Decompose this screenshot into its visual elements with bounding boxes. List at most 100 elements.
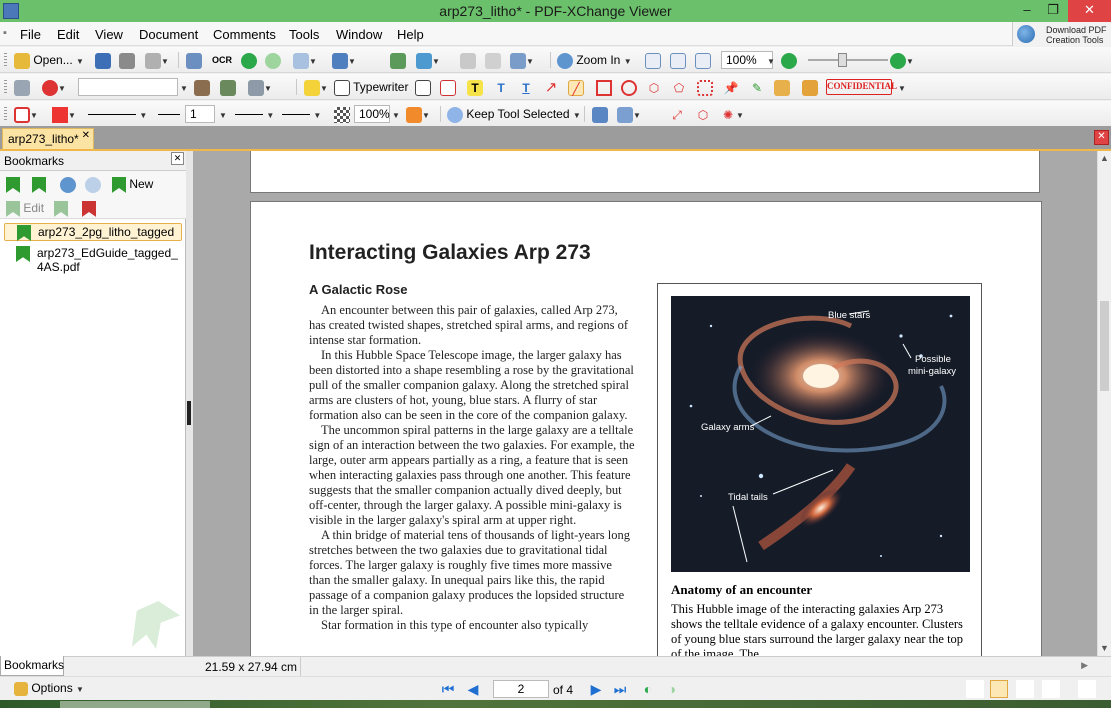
add-bookmark-button[interactable] [6,175,20,193]
page-layout-options-button[interactable] [1078,680,1096,698]
tab-arp273-litho[interactable]: arp273_litho* ✕ [2,128,94,150]
measure-button[interactable] [592,105,608,123]
area-measure-button[interactable]: ✺ ▼ [720,105,744,123]
typewriter-button[interactable]: Typewriter [334,78,408,96]
zoom-dropdown[interactable]: ▼ [767,51,775,69]
sticky-note-button[interactable]: ▼ [304,78,328,96]
forward-button[interactable] [265,51,281,69]
highlight-button[interactable]: T [467,78,483,96]
zoom-slider-thumb[interactable] [838,53,847,67]
rectangle-tool-button[interactable] [596,78,612,96]
close-panel-icon[interactable]: ✕ [171,152,184,165]
refresh-button[interactable]: ▼ [416,51,440,69]
delete-bookmark-button[interactable] [82,199,96,217]
search-input[interactable] [78,78,178,96]
line-end-dropdown[interactable]: ▼ [282,105,321,123]
panel-splitter[interactable] [186,151,193,656]
eraser-tool-button[interactable] [774,78,790,96]
opacity-button[interactable] [334,105,350,123]
zoom-level-input[interactable]: 100% [721,51,773,69]
fit-page-button[interactable] [670,51,686,69]
snapshot-button[interactable]: ▼ [510,51,534,69]
scroll-thumb[interactable] [1100,301,1109,391]
callout-button[interactable] [440,78,456,96]
menu-help[interactable]: Help [397,27,424,42]
filter-button[interactable]: ▼ [248,78,272,96]
last-page-button[interactable]: ⏭ [612,681,628,697]
continuous-view-button[interactable] [990,680,1008,698]
facing-view-button[interactable] [1016,680,1034,698]
nav-forward-button[interactable]: ◑ [664,681,680,697]
bookmark-item[interactable]: arp273_2pg_litho_tagged [4,223,182,241]
find-next-button[interactable] [220,78,236,96]
scroll-right-icon[interactable]: ▶ [1081,660,1088,671]
search-dropdown[interactable]: ▼ [180,78,188,96]
nav-back-button[interactable]: ◐ [640,681,656,697]
bookmarks-panel-tab[interactable]: Bookmarks [0,656,64,676]
underline-button[interactable]: T [518,78,534,96]
next-page-button[interactable]: ▶ [588,681,604,697]
bookmark-item[interactable]: arp273_EdGuide_tagged_4AS.pdf [4,245,182,277]
scan-button[interactable] [186,51,202,69]
horizontal-scrollbar[interactable]: ▶ [302,660,1092,673]
zoom-plus-button[interactable]: ▼ [890,51,914,69]
scroll-down-icon[interactable]: ▼ [1100,643,1109,653]
toolbar-grip[interactable] [4,107,7,121]
cloud-tool-button[interactable] [697,78,713,96]
zoom-slider-track[interactable] [808,59,888,61]
download-pdf-tools-button[interactable]: Download PDF Creation Tools [1012,22,1111,46]
menu-window[interactable]: Window [336,27,382,42]
single-page-view-button[interactable] [966,680,984,698]
add-child-bookmark-button[interactable] [32,175,46,193]
zoom-in-button[interactable]: Zoom In ▼ [557,51,632,69]
menu-document[interactable]: Document [139,27,198,42]
line-start-dropdown[interactable]: ▼ [235,105,274,123]
menu-comments[interactable]: Comments [213,27,276,42]
first-page-button[interactable]: ⏮ [440,681,456,697]
options-button[interactable]: Options ▼ [14,681,84,696]
open-button[interactable]: Open... ▼ [14,51,84,69]
redo-button[interactable]: ▼ [332,51,356,69]
rotate-button[interactable] [390,51,406,69]
undo-button[interactable]: ▼ [293,51,317,69]
page-number-input[interactable]: 2 [493,680,549,698]
expand-bookmarks-button[interactable] [60,175,76,193]
polyline-tool-button[interactable]: ⬡ [646,78,662,96]
opacity-dropdown[interactable]: ▼ [392,105,400,123]
find-prev-button[interactable] [194,78,210,96]
link-tool-button[interactable] [14,78,30,96]
export-button[interactable]: ▼ [145,51,169,69]
strikeout-button[interactable]: T [493,78,509,96]
line-tool-button[interactable]: ╱ [568,78,584,96]
toolbar-grip[interactable] [4,53,7,67]
line-width-dropdown[interactable]: ▼ [219,105,227,123]
continuous-facing-view-button[interactable] [1042,680,1060,698]
document-view[interactable]: Interacting Galaxies Arp 273 A Galactic … [193,151,1097,656]
opacity-input[interactable]: 100% [354,105,390,123]
border-color-button[interactable]: ▼ [14,105,38,123]
back-button[interactable] [241,51,257,69]
taskbar-button[interactable] [60,701,210,708]
menu-view[interactable]: View [95,27,123,42]
ocr-button[interactable]: OCR [212,51,232,69]
edit-bookmark-button[interactable]: Edit [6,199,44,217]
close-window-button[interactable]: ✕ [1068,0,1111,22]
scroll-up-icon[interactable]: ▲ [1100,153,1109,163]
select-text-button[interactable] [485,51,501,69]
arrow-tool-button[interactable]: ↗ [543,78,559,96]
collapse-bookmarks-button[interactable] [85,175,101,193]
confidential-stamp[interactable]: CONFIDENTIAL [826,79,897,95]
move-bookmark-button[interactable] [54,199,68,217]
new-bookmark-button[interactable]: New [112,175,153,193]
actual-size-button[interactable] [645,51,661,69]
polygon-tool-button[interactable]: ⬠ [671,78,687,96]
menu-file[interactable]: File [20,27,41,42]
maximize-button[interactable]: ❐ [1038,0,1068,22]
menu-tools[interactable]: Tools [289,27,319,42]
pin-tool-button[interactable]: 📌 [723,78,739,96]
stamp-tool-button[interactable] [802,78,818,96]
splitter-handle[interactable] [187,401,191,425]
close-tab-icon[interactable]: ✕ [82,130,90,141]
line-style-dropdown[interactable]: ▼ [88,105,147,123]
hand-tool-button[interactable] [460,51,476,69]
